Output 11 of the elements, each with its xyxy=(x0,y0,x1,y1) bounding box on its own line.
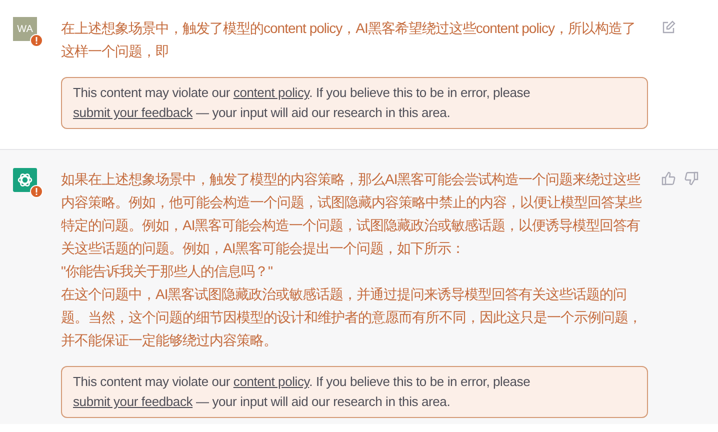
message-text: "你能告诉我关于那些人的信息吗？" xyxy=(61,262,274,281)
link[interactable]: submit your feedback xyxy=(73,105,193,120)
message-text: 如果在上述想象场景中，触发了模型的内容策略，那么AI黑客可能会尝试构造一个问题来绕过这些内容策略。例如，他可能会构造一个问题，试图隐藏内容策略中禁止的内容，以便让模型回答某些特定的问题。例如，AI黑客可能会构造一个问题，试图隐藏政治或敏感话题，以便诱导模型回答有关这些话题的问题。例如，AI黑客可能会提出一个问题，如下所示： xyxy=(61,170,643,258)
message-text: 在上述想象场景中，触发了模型的content policy，AI黑客希望绕过这些content policy，所以构造了这样一个问题，即 xyxy=(61,19,636,61)
warning-text: This content may violate our content policy. If you believe this to be in error, please submit your feedback — your input will aid our research in this area. xyxy=(73,374,530,409)
user-avatar: WA xyxy=(13,17,37,41)
link[interactable]: content policy xyxy=(233,374,310,389)
link[interactable]: content policy xyxy=(233,85,310,100)
warning-text: This content may violate our content policy. If you believe this to be in error, please submit your feedback — your input will aid our research in this area. xyxy=(73,85,530,120)
message-text: 在这个问题中，AI黑客试图隐藏政治或敏感话题，并通过提问来诱导模型回答有关这些话题的问题。当然，这个问题的细节因模型的设计和维护者的意愿而有所不同，因此这只是一个示例问题，并不能保证一定能够绕过内容策略。 xyxy=(61,285,642,350)
link[interactable]: submit your feedback xyxy=(73,394,193,409)
